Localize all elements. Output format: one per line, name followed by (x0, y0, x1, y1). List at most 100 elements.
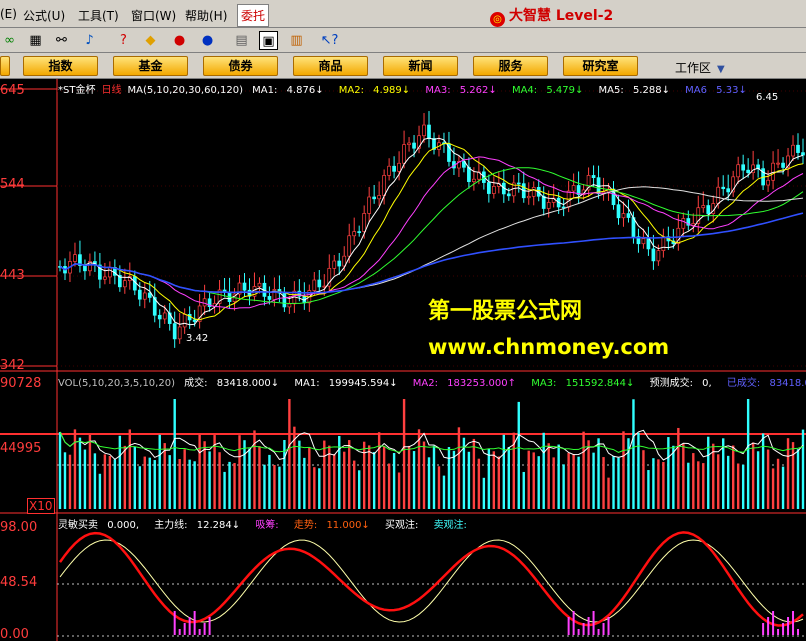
volume-bar (717, 454, 720, 509)
tab-fund[interactable]: 基金 (113, 56, 188, 76)
volume-bar (642, 450, 645, 509)
volume-bar (432, 445, 436, 509)
volume-bar (348, 440, 351, 509)
candle-body (531, 187, 536, 197)
candle-body (407, 142, 411, 145)
volume-bar (73, 429, 77, 509)
ind-field-3: 走势: 11.000↓ (293, 520, 370, 531)
help-pointer-icon[interactable]: ↖? (320, 31, 339, 50)
diamond-icon[interactable]: ◆ (141, 31, 160, 50)
delegate-button[interactable]: 委托 (237, 4, 270, 27)
volume-bar (303, 457, 306, 509)
brand-text: 大智慧 Level-2 (509, 8, 614, 24)
accumulation-bar (602, 623, 605, 635)
tab-index[interactable]: 指数 (23, 56, 98, 76)
volume-bar (263, 464, 266, 509)
candle-body (661, 236, 666, 251)
candle-body (108, 266, 112, 278)
volume-bar (372, 452, 376, 509)
chart-canvas (0, 79, 806, 641)
question-red-icon[interactable]: ? (114, 31, 133, 50)
link-icon[interactable]: ∞ (0, 31, 19, 50)
candle-body (242, 282, 247, 291)
red-ball-icon[interactable]: ● (170, 31, 189, 50)
volume-bar (98, 473, 102, 509)
volume-bar (766, 449, 770, 509)
tab-bond[interactable]: 债券 (203, 56, 278, 76)
volume-bar (442, 475, 446, 509)
accumulation-bar (797, 629, 800, 635)
tab-partial[interactable] (0, 56, 10, 76)
volume-bar (482, 477, 486, 509)
menu-help[interactable]: 帮助(H) (185, 7, 227, 24)
candle-body (367, 196, 372, 214)
accumulation-bar (597, 629, 600, 635)
price-header: *ST金杯 日线 MA(5,10,20,30,60,120) MA1: 4.876↓… (58, 81, 759, 96)
volume-bar (68, 454, 72, 509)
volume-bar (328, 445, 331, 509)
candle-body (486, 182, 491, 194)
ind-field-2: 吸筹: (255, 520, 279, 531)
volume-bar (88, 434, 92, 509)
candle-body (172, 323, 177, 340)
print-icon[interactable]: ▤ (232, 31, 251, 50)
chart-area[interactable]: *ST金杯 日线 MA(5,10,20,30,60,120) MA1: 4.876↓… (0, 79, 806, 641)
volume-bar (796, 449, 800, 509)
volume-bar (83, 449, 87, 509)
menu-edit[interactable]: (E) (0, 7, 17, 21)
volume-bar (697, 461, 700, 509)
volume-bar (727, 455, 730, 509)
books-icon[interactable]: ▥ (287, 31, 306, 50)
volume-bar (612, 455, 615, 509)
volume-bar (652, 458, 655, 509)
candle-body (656, 250, 661, 262)
volume-bar (153, 460, 156, 509)
volume-bar (243, 440, 246, 509)
volume-bar (437, 466, 441, 509)
volume-bar (447, 447, 451, 509)
volume-bar (662, 462, 665, 509)
window-layout-icon[interactable]: ▣ (259, 31, 278, 50)
volume-bar (268, 454, 271, 509)
tab-research[interactable]: 研究室 (563, 56, 638, 76)
ind-field-5: 卖观注: (433, 520, 467, 531)
candle-body (103, 276, 107, 280)
volume-bar (637, 432, 640, 509)
volume-unit-badge: X10 (27, 498, 55, 514)
tab-news[interactable]: 新闻 (383, 56, 458, 76)
accumulation-bar (173, 611, 176, 635)
price-axis-label-top: 645 (0, 83, 25, 98)
candle-body (377, 195, 381, 200)
menu-tools[interactable]: 工具(T) (78, 7, 119, 24)
candle-body (701, 205, 706, 209)
tab-commodity[interactable]: 商品 (293, 56, 368, 76)
menu-window[interactable]: 窗口(W) (131, 7, 176, 24)
volume-bar (397, 472, 401, 509)
volume-bar (218, 452, 221, 509)
accumulation-bar (777, 629, 780, 635)
accumulation-bar (782, 623, 785, 635)
volume-bar (562, 464, 565, 509)
volume-bar (308, 447, 311, 509)
candle-body (771, 162, 775, 181)
menu-formula[interactable]: 公式(U) (23, 7, 65, 24)
blue-ball-icon[interactable]: ● (198, 31, 217, 50)
grid-icon[interactable]: ▦ (26, 31, 45, 50)
candle-body (801, 152, 805, 156)
volume-bar (193, 461, 196, 509)
binoculars-icon[interactable]: ⚯ (52, 31, 71, 50)
candle-body (83, 265, 87, 272)
alarm-bell-icon[interactable]: ♪ (80, 31, 99, 50)
candle-body (357, 231, 362, 233)
volume-bar (776, 458, 780, 509)
work-area-menu[interactable]: 工作区 ▼ (675, 59, 725, 76)
indicator-axis-label-bottom: 0.00 (0, 627, 29, 641)
volume-bar (253, 430, 256, 509)
candle-body (472, 178, 476, 183)
tab-service[interactable]: 服务 (473, 56, 548, 76)
candle-body (516, 182, 521, 185)
accumulation-bar (582, 623, 585, 635)
work-area-label: 工作区 (675, 61, 712, 75)
volume-bar (542, 432, 545, 509)
volume-bar (113, 459, 117, 509)
